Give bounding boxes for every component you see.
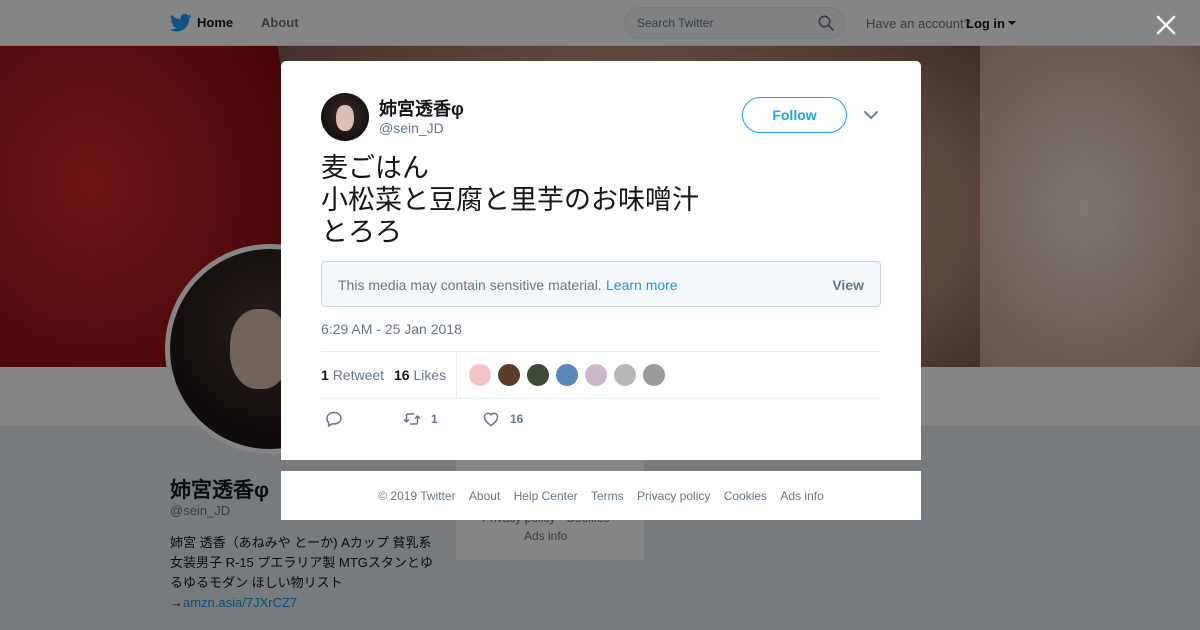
- sensitive-notice-text: This media may contain sensitive materia…: [338, 277, 602, 293]
- footer-about-link[interactable]: About: [469, 489, 500, 503]
- footer-links: © 2019 Twitter About Help Center Terms P…: [281, 489, 921, 503]
- heart-icon: [483, 412, 499, 427]
- likes-label: Likes: [413, 367, 447, 383]
- tweet-text: 麦ごはん 小松菜と豆腐と里芋のお味噌汁 とろろ: [321, 153, 881, 249]
- retweet-action-count: 1: [431, 412, 438, 426]
- retweet-count: 1: [321, 367, 329, 383]
- tweet-stats: 1 Retweet 16 Likes: [321, 351, 881, 399]
- tweet-timestamp[interactable]: 6:29 AM - 25 Jan 2018: [321, 321, 462, 337]
- footer-privacy-link[interactable]: Privacy policy: [637, 489, 710, 503]
- tweet-text-line: 麦ごはん: [321, 153, 429, 184]
- liker-avatar[interactable]: [497, 363, 521, 387]
- liker-avatar[interactable]: [584, 363, 608, 387]
- footer-help-link[interactable]: Help Center: [514, 489, 578, 503]
- footer-cookies-link[interactable]: Cookies: [724, 489, 767, 503]
- tweet-text-line: 小松菜と豆腐と里芋のお味噌汁: [321, 185, 699, 216]
- retweet-stat[interactable]: 1 Retweet: [321, 367, 384, 383]
- tweet-author-handle[interactable]: @sein_JD: [379, 120, 444, 136]
- footer-copyright: © 2019 Twitter: [378, 489, 456, 503]
- sensitive-media-notice: This media may contain sensitive materia…: [321, 261, 881, 307]
- learn-more-link[interactable]: Learn more: [606, 277, 678, 293]
- likes-count: 16: [394, 367, 410, 383]
- liker-avatar[interactable]: [642, 363, 666, 387]
- reply-button[interactable]: [325, 409, 343, 429]
- retweet-icon: [403, 413, 421, 425]
- tweet-author-name[interactable]: 姉宮透香φ: [379, 95, 464, 121]
- liker-avatar[interactable]: [526, 363, 550, 387]
- chevron-down-icon[interactable]: [864, 109, 878, 121]
- like-action-count: 16: [510, 412, 524, 426]
- liker-avatar[interactable]: [468, 363, 492, 387]
- liker-avatar[interactable]: [613, 363, 637, 387]
- close-icon[interactable]: [1152, 11, 1180, 39]
- retweet-button[interactable]: 1: [403, 409, 438, 429]
- tweet-actions: 1 16: [321, 409, 881, 433]
- likes-stat[interactable]: 16 Likes: [394, 367, 446, 383]
- modal-footer: © 2019 Twitter About Help Center Terms P…: [281, 471, 921, 520]
- footer-terms-link[interactable]: Terms: [591, 489, 624, 503]
- stats-divider: [456, 352, 457, 398]
- footer-ads-link[interactable]: Ads info: [780, 489, 823, 503]
- retweet-label: Retweet: [332, 367, 385, 383]
- tweet-author-avatar[interactable]: [321, 93, 369, 141]
- view-media-button[interactable]: View: [832, 277, 864, 293]
- reply-icon: [326, 411, 342, 427]
- liker-avatar[interactable]: [555, 363, 579, 387]
- follow-button[interactable]: Follow: [742, 97, 847, 133]
- tweet-modal: 姉宮透香φ @sein_JD Follow 麦ごはん 小松菜と豆腐と里芋のお味噌…: [281, 61, 921, 460]
- like-button[interactable]: 16: [482, 409, 523, 429]
- tweet-text-line: とろろ: [321, 217, 402, 248]
